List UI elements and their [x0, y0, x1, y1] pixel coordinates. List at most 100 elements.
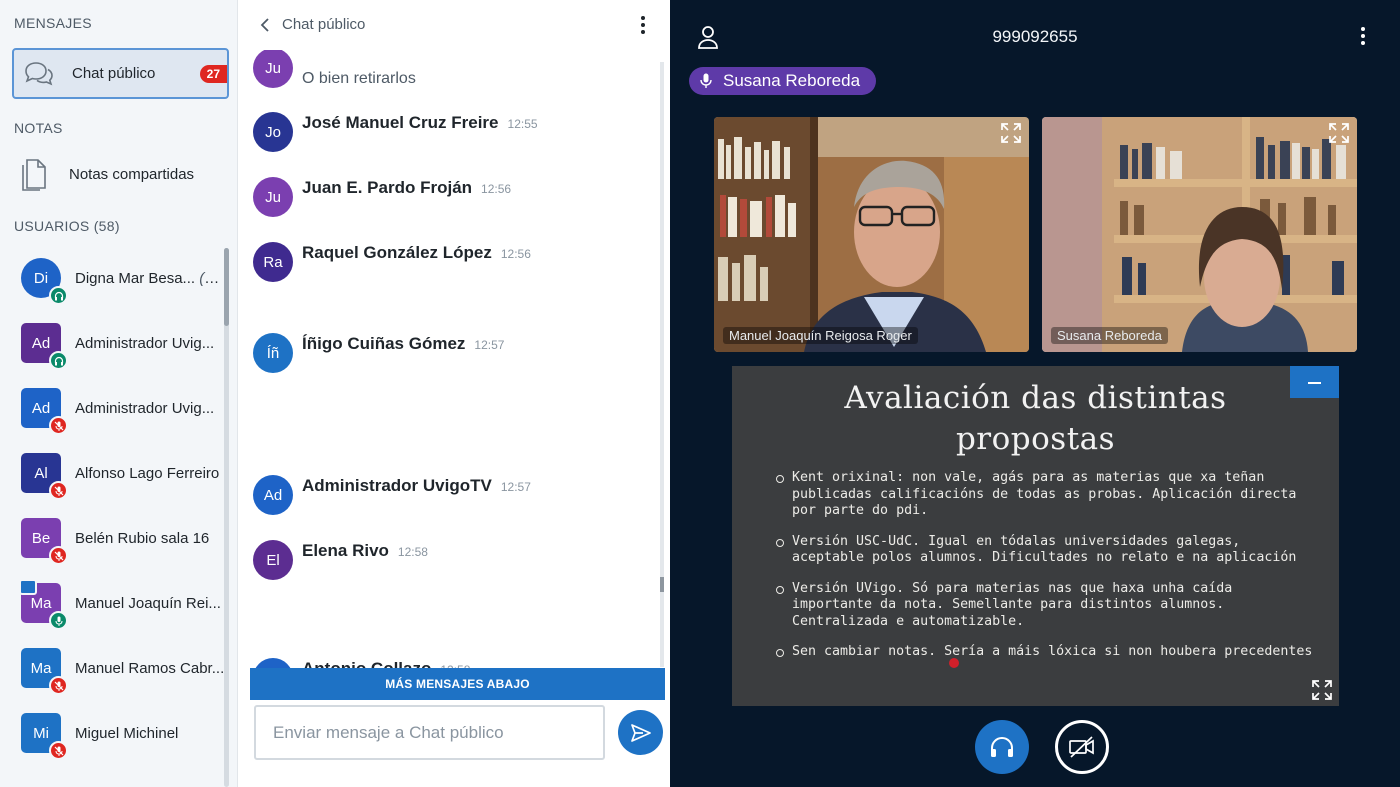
- avatar: Jo: [253, 112, 293, 152]
- shared-notes-label: Notas compartidas: [69, 166, 195, 183]
- public-chat-item[interactable]: Chat público 27: [12, 48, 229, 99]
- avatar: El: [253, 540, 293, 580]
- video-tile[interactable]: Manuel Joaquín Reigosa Roger: [714, 117, 1029, 352]
- avatar: Ju: [253, 50, 293, 88]
- slide-title: Avaliación das distintas propostas: [844, 380, 1227, 457]
- scrollbar-thumb[interactable]: [224, 248, 229, 326]
- sender-name: Juan E. Pardo Froján: [302, 178, 473, 197]
- fullscreen-icon[interactable]: [1000, 122, 1022, 144]
- webcam-feed: [714, 117, 1029, 352]
- slide-bullet: Sen cambiar notas. Sería a máis lóxica s…: [776, 644, 1316, 661]
- sender-name: Elena Rivo: [302, 541, 389, 560]
- user-name: Administrador Uvig...: [75, 400, 225, 417]
- fullscreen-icon[interactable]: [1328, 122, 1350, 144]
- webcam-button[interactable]: [1055, 720, 1109, 774]
- more-options-icon[interactable]: [1358, 25, 1368, 47]
- user-name: Alfonso Lago Ferreiro: [75, 465, 225, 482]
- user-list-item[interactable]: Ad Administrador Uvig...: [0, 388, 228, 448]
- document-icon: [22, 159, 46, 191]
- microphone-muted-icon: [49, 741, 68, 760]
- you-indicator: (Tu): [199, 270, 225, 287]
- send-icon: [630, 723, 651, 742]
- fullscreen-icon[interactable]: [1311, 679, 1333, 701]
- user-name: Administrador Uvig...: [75, 335, 225, 352]
- user-name-text: Administrador Uvig...: [75, 335, 215, 352]
- meeting-title: 999092655: [992, 27, 1078, 46]
- chat-scrollbar[interactable]: [660, 62, 664, 667]
- slide-bullets: Kent orixinal: non vale, agás para as ma…: [776, 470, 1316, 675]
- user-list-item[interactable]: Be Belén Rubio sala 16: [0, 518, 228, 578]
- messages-section-title: MENSAJES: [14, 15, 92, 31]
- message-sender: Administrador UvigoTV 12:57: [302, 476, 531, 496]
- slide-bullet: Versión UVigo. Só para materias nas que …: [776, 581, 1316, 631]
- minimize-presentation-button[interactable]: [1290, 366, 1339, 398]
- message-time: 12:57: [474, 338, 505, 352]
- webcam-feed: [1042, 117, 1357, 352]
- chat-bubbles-icon: [25, 62, 53, 86]
- video-tile[interactable]: Susana Reboreda: [1042, 117, 1357, 352]
- message-time: 12:58: [397, 545, 428, 559]
- sender-name: Íñigo Cuiñas Gómez: [302, 334, 466, 353]
- avatar: Ra: [253, 242, 293, 282]
- user-name: Belén Rubio sala 16: [75, 530, 225, 547]
- user-name-text: Alfonso Lago Ferreiro: [75, 465, 220, 482]
- user-name-text: Manuel Joaquín Rei...: [75, 595, 221, 612]
- message-sender: Íñigo Cuiñas Gómez 12:57: [302, 334, 504, 354]
- slide-bullet: Kent orixinal: non vale, agás para as ma…: [776, 470, 1316, 520]
- video-participant-name: Manuel Joaquín Reigosa Roger: [723, 327, 918, 344]
- more-messages-button[interactable]: MÁS MENSAJES ABAJO: [250, 668, 665, 700]
- presentation-slide[interactable]: Avaliación das distintas propostas Kent …: [732, 366, 1339, 706]
- sidebar: MENSAJES Chat público 27 NOTAS Notas com…: [0, 0, 237, 787]
- sender-name: José Manuel Cruz Freire: [302, 113, 499, 132]
- laser-pointer: [949, 658, 959, 668]
- microphone-icon: [49, 611, 68, 630]
- user-list-item[interactable]: Ma Manuel Ramos Cabr...: [0, 648, 228, 708]
- chat-message-input[interactable]: [254, 705, 605, 760]
- user-name-text: Administrador Uvig...: [75, 400, 215, 417]
- slide-bullet: Versión USC-UdC. Igual en tódalas univer…: [776, 534, 1316, 567]
- user-name-text: Digna Mar Besa...: [75, 270, 196, 287]
- message-sender: José Manuel Cruz Freire 12:55: [302, 113, 538, 133]
- avatar: Ad: [253, 475, 293, 515]
- message-sender: Juan E. Pardo Froján 12:56: [302, 178, 511, 198]
- public-chat-label: Chat público: [72, 65, 156, 82]
- unread-badge: 27: [199, 65, 227, 83]
- video-participant-name: Susana Reboreda: [1051, 327, 1168, 344]
- chat-title: Chat público: [282, 16, 366, 33]
- audio-button[interactable]: [975, 720, 1029, 774]
- avatar: Íñ: [253, 333, 293, 373]
- user-list-item[interactable]: Al Alfonso Lago Ferreiro: [0, 453, 228, 513]
- message-time: 12:56: [500, 247, 531, 261]
- scrollbar-thumb[interactable]: [660, 577, 664, 592]
- user-list-item[interactable]: Mi Miguel Michinel: [0, 713, 228, 773]
- user-name-text: Manuel Ramos Cabr...: [75, 660, 225, 677]
- talker-name: Susana Reboreda: [723, 71, 861, 90]
- user-name: Digna Mar Besa... (Tu): [75, 270, 225, 287]
- user-list-item[interactable]: Ad Administrador Uvig...: [0, 323, 228, 383]
- shared-notes-item[interactable]: Notas compartidas: [12, 150, 229, 198]
- microphone-muted-icon: [49, 546, 68, 565]
- camera-off-icon: [1069, 736, 1094, 758]
- user-list-scrollbar[interactable]: [224, 248, 229, 787]
- message-text: O bien retirarlos: [302, 70, 416, 87]
- chat-header: Chat público: [238, 0, 670, 50]
- headphones-icon: [49, 286, 68, 305]
- headphones-icon: [49, 351, 68, 370]
- message-sender: Elena Rivo 12:58: [302, 541, 428, 561]
- send-button[interactable]: [618, 710, 663, 755]
- sender-name: Administrador UvigoTV: [302, 476, 492, 495]
- chevron-left-icon[interactable]: [258, 16, 272, 34]
- user-name-text: Miguel Michinel: [75, 725, 179, 742]
- more-options-icon[interactable]: [638, 14, 648, 36]
- notes-section-title: NOTAS: [14, 120, 63, 136]
- user-name: Miguel Michinel: [75, 725, 225, 742]
- user-list-item[interactable]: Ma Manuel Joaquín Rei...: [0, 579, 228, 643]
- users-section-title: USUARIOS (58): [14, 218, 120, 234]
- microphone-muted-icon: [49, 481, 68, 500]
- message-time: 12:56: [481, 182, 512, 196]
- presenter-icon: [19, 579, 37, 595]
- sender-name: Raquel González López: [302, 243, 492, 262]
- user-name-text: Belén Rubio sala 16: [75, 530, 210, 547]
- user-name: Manuel Joaquín Rei...: [75, 595, 225, 612]
- user-list-item[interactable]: Di Digna Mar Besa... (Tu): [0, 258, 228, 318]
